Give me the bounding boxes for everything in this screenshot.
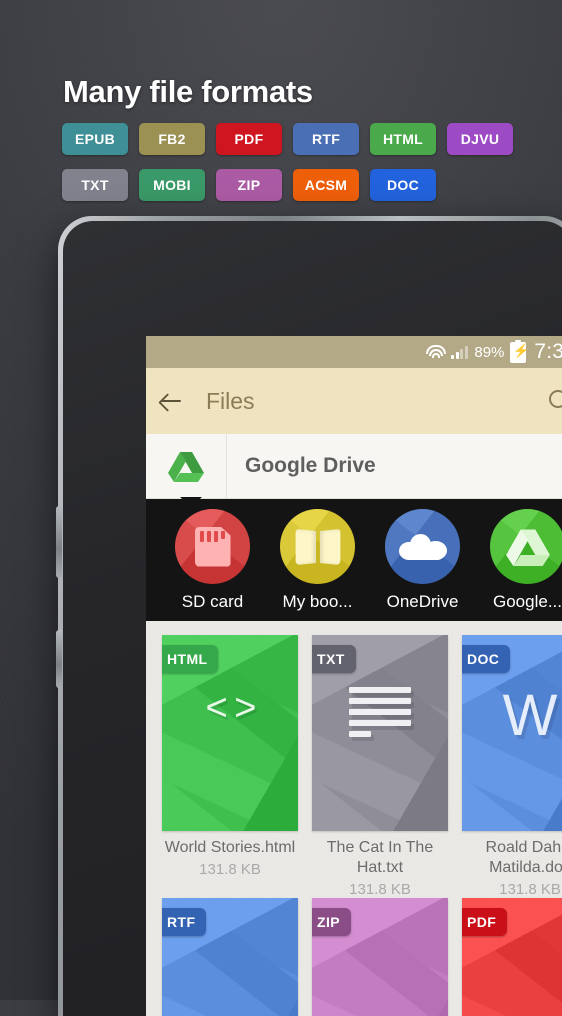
page-title-files: Files <box>206 387 255 414</box>
file-thumbnail[interactable]: HTML < > <box>162 635 298 831</box>
clock: 7:36 PM <box>534 340 562 363</box>
file-type-glyph: W <box>462 687 562 745</box>
sd-card-icon <box>175 509 250 584</box>
source-item-onedrive[interactable]: OneDrive <box>370 499 475 612</box>
file-size: 131.8 KB <box>199 861 261 878</box>
source-label: Google... <box>493 592 562 611</box>
breadcrumb-label: Google Drive <box>245 454 376 477</box>
file-size: 131.8 KB <box>499 881 561 898</box>
file-name: The Cat In The Hat.txt <box>326 839 434 876</box>
breadcrumb[interactable]: Google Drive <box>146 434 562 507</box>
file-format-badge: PDF <box>462 908 508 936</box>
breadcrumb-pointer <box>180 497 202 507</box>
search-icon[interactable] <box>546 388 562 414</box>
file-thumbnail[interactable]: DOC W <box>462 635 562 831</box>
file-card[interactable]: ZIP <box>312 898 448 1016</box>
breadcrumb-icon-cell <box>146 434 227 498</box>
format-chip-rtf: RTF <box>293 123 359 155</box>
app-toolbar: Files <box>146 368 562 434</box>
format-chip-acsm: ACSM <box>293 169 359 201</box>
format-chip-mobi: MOBI <box>139 169 205 201</box>
source-item-myboo[interactable]: My boo... <box>265 499 370 612</box>
file-format-badge: RTF <box>162 908 207 936</box>
source-label: SD card <box>181 592 244 611</box>
file-card[interactable]: TXT The Cat In The Hat.txt 131.8 KB <box>312 635 448 898</box>
battery-percent: 89% <box>474 343 505 361</box>
phone-mockup: 89% ⚡ 7:36 PM Files Google Dri <box>56 216 562 1016</box>
battery-charging-icon: ⚡ <box>510 339 530 363</box>
word-w-glyph: W <box>502 683 558 748</box>
book-icon <box>280 509 355 584</box>
cloud-icon <box>385 509 460 584</box>
code-glyph: < > <box>205 687 257 729</box>
format-chip-pdf: PDF <box>216 123 282 155</box>
format-chip-epub: EPUB <box>62 123 128 155</box>
file-format-badge: ZIP <box>312 908 351 936</box>
format-chip-djvu: DJVU <box>447 123 513 155</box>
format-chip-row-1: EPUB FB2 PDF RTF HTML DJVU <box>62 123 513 155</box>
file-thumbnail[interactable]: ZIP <box>312 898 448 1016</box>
source-strip[interactable]: SD cardMy boo...OneDriveGoogle...Drop... <box>146 499 562 621</box>
file-thumbnail[interactable]: TXT <box>312 635 448 831</box>
format-chip-fb2: FB2 <box>139 123 205 155</box>
signal-icon <box>451 345 468 359</box>
format-chip-doc: DOC <box>370 169 436 201</box>
file-card[interactable]: HTML < > World Stories.html 131.8 KB <box>162 635 298 898</box>
file-grid: HTML < > World Stories.html 131.8 KB TXT The … <box>146 621 562 1016</box>
text-lines-glyph <box>349 687 411 737</box>
file-size: 131.8 KB <box>349 881 411 898</box>
page-title: Many file formats <box>63 74 313 109</box>
source-label: OneDrive <box>386 592 459 611</box>
source-label: My boo... <box>282 592 353 611</box>
format-chip-html: HTML <box>370 123 436 155</box>
source-item-google[interactable]: Google... <box>475 499 562 612</box>
file-name: World Stories.html <box>164 839 296 856</box>
file-thumbnail[interactable]: RTF <box>162 898 298 1016</box>
wifi-icon <box>426 345 447 359</box>
volume-down-button[interactable] <box>56 630 62 688</box>
format-chip-row-2: TXT MOBI ZIP ACSM DOC <box>62 169 436 201</box>
file-card[interactable]: DOC W Roald Dahl - Matilda.doc 131.8 KB <box>462 635 562 898</box>
volume-up-button[interactable] <box>56 506 62 578</box>
google-drive-icon <box>490 509 562 584</box>
file-type-glyph: < > <box>162 687 298 730</box>
file-type-glyph <box>312 687 448 737</box>
file-name: Roald Dahl - Matilda.doc <box>485 839 562 876</box>
file-thumbnail[interactable]: PDF <box>462 898 562 1016</box>
status-bar: 89% ⚡ 7:36 PM <box>146 336 562 368</box>
phone-screen: 89% ⚡ 7:36 PM Files Google Dri <box>146 336 562 1016</box>
source-item-sdcard[interactable]: SD card <box>160 499 265 612</box>
file-card[interactable]: RTF <box>162 898 298 1016</box>
format-chip-txt: TXT <box>62 169 128 201</box>
file-format-badge: TXT <box>312 645 356 673</box>
back-arrow-icon[interactable] <box>158 388 184 414</box>
file-card[interactable]: PDF <box>462 898 562 1016</box>
google-drive-icon <box>168 450 204 482</box>
file-format-badge: DOC <box>462 645 511 673</box>
format-chip-zip: ZIP <box>216 169 282 201</box>
file-format-badge: HTML <box>162 645 219 673</box>
